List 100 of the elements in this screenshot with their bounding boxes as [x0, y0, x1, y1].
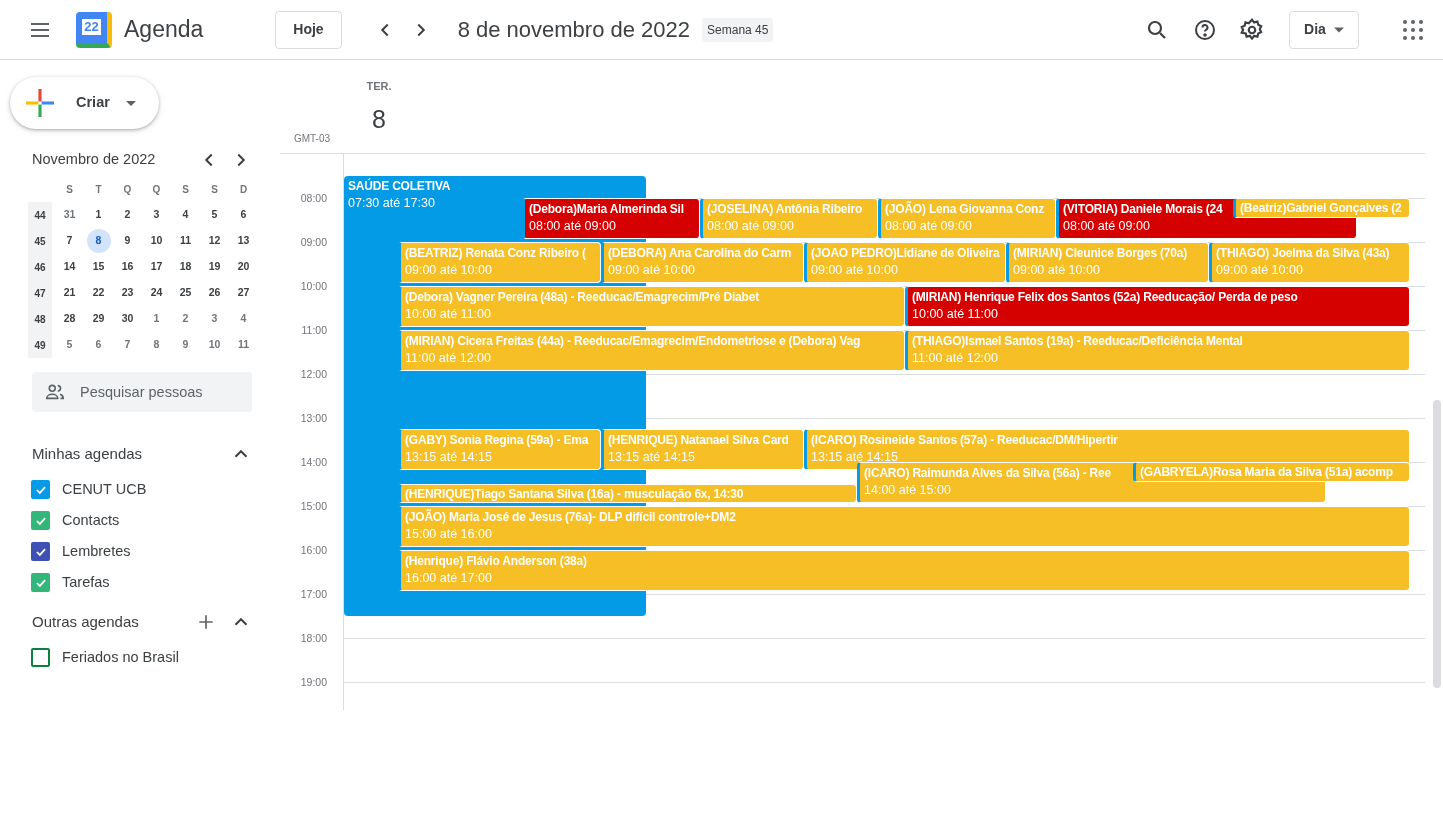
event-time: 15:00 até 16:00 [405, 527, 492, 541]
event-time: 13:15 até 14:15 [811, 450, 898, 464]
day-cell[interactable]: 17 [144, 255, 169, 279]
day-cell[interactable]: 4 [173, 203, 198, 227]
day-cell[interactable]: 23 [115, 281, 140, 305]
weekday-label: T [94, 183, 103, 197]
event-time: 08:00 até 09:00 [885, 219, 972, 233]
event-title: (ICARO) Rosineide Santos (57a) - Reeducac/DM/Hipertir [811, 433, 1118, 447]
caret-icon [1333, 26, 1344, 33]
event-title: (JOÃO) Lena Giovanna Conz [885, 202, 1045, 216]
hour-label: 08:00 [300, 191, 327, 206]
logo-day: 22 [82, 19, 101, 35]
calendar-label[interactable]: Feriados no Brasil [62, 646, 179, 669]
calendar-label[interactable]: Lembretes [62, 540, 131, 563]
day-cell[interactable]: 8 [86, 229, 111, 253]
calendar-label[interactable]: Contacts [62, 509, 120, 532]
week-badge: Semana 45 [702, 17, 774, 42]
settings-icon[interactable] [1239, 16, 1265, 43]
event-time: 07:30 até 17:30 [348, 196, 435, 210]
day-cell[interactable]: 10 [144, 229, 169, 253]
day-cell[interactable]: 16 [115, 255, 140, 279]
weekday-heading: TER. [366, 79, 392, 94]
day-cell[interactable]: 31 [57, 203, 82, 227]
day-cell[interactable]: 4 [231, 307, 256, 331]
day-cell[interactable]: 7 [115, 333, 140, 357]
day-cell[interactable]: 20 [231, 255, 256, 279]
day-cell[interactable]: 11 [231, 333, 256, 357]
day-cell[interactable]: 9 [173, 333, 198, 357]
day-cell[interactable]: 24 [144, 281, 169, 305]
event-time: 08:00 até 09:00 [529, 219, 616, 233]
apps-icon[interactable] [1403, 19, 1423, 40]
event-title: (MIRIAN) Henrique Felix dos Santos (52a) Reeducação/ Perda de peso [912, 290, 1298, 304]
day-cell[interactable]: 2 [173, 307, 198, 331]
event-time: 09:00 até 10:00 [1013, 263, 1100, 277]
search-people-field[interactable]: Pesquisar pessoas [32, 372, 252, 412]
day-cell[interactable]: 5 [202, 203, 227, 227]
event-time: 13:15 até 14:15 [405, 450, 492, 464]
day-cell[interactable]: 19 [202, 255, 227, 279]
day-cell[interactable]: 1 [86, 203, 111, 227]
hour-label: 18:00 [300, 631, 327, 646]
day-cell[interactable]: 15 [86, 255, 111, 279]
day-cell[interactable]: 25 [173, 281, 198, 305]
day-cell[interactable]: 5 [57, 333, 82, 357]
day-cell[interactable]: 2 [115, 203, 140, 227]
day-cell[interactable]: 13 [231, 229, 256, 253]
help-icon[interactable] [1193, 17, 1217, 42]
day-cell[interactable]: 18 [173, 255, 198, 279]
calendar-label[interactable]: Tarefas [62, 571, 110, 594]
event-title: (GABY) Sonia Regina (59a) - Ema [405, 433, 589, 447]
calendar-event[interactable]: (Debora)Maria Almerinda Sil 08:00 até 09:00 [522, 198, 700, 240]
day-cell[interactable]: 29 [86, 307, 111, 331]
day-cell[interactable]: 26 [202, 281, 227, 305]
day-cell[interactable]: 11 [173, 229, 198, 253]
day-cell[interactable]: 10 [202, 333, 227, 357]
calendar-label[interactable]: CENUT UCB [62, 478, 147, 501]
hour-label: 09:00 [300, 235, 327, 250]
day-cell[interactable]: 27 [231, 281, 256, 305]
hour-label: 11:00 [301, 323, 327, 338]
scrollbar[interactable] [1433, 400, 1441, 688]
event-time: 10:00 até 11:00 [912, 307, 998, 321]
hour-label: 17:00 [300, 587, 327, 602]
add-icon[interactable] [196, 612, 216, 632]
calendar-checkbox[interactable] [31, 573, 50, 592]
event-title: (BEATRIZ) Renata Conz Ribeiro ( [405, 246, 586, 260]
calendar-checkbox[interactable] [31, 480, 50, 499]
hour-label: 14:00 [300, 455, 327, 470]
calendar-event[interactable]: (MIRIAN) Henrique Felix dos Santos (52a) Reeducação/ Perda de peso 10:00 até 11:00 [905, 286, 1410, 328]
hour-label: 19:00 [300, 675, 327, 690]
calendar-checkbox[interactable] [31, 542, 50, 561]
day-cell[interactable]: 3 [144, 203, 169, 227]
hour-label: 16:00 [300, 543, 327, 558]
plus-icon [26, 89, 54, 117]
day-cell[interactable]: 6 [86, 333, 111, 357]
day-cell[interactable]: 22 [86, 281, 111, 305]
calendar-checkbox[interactable] [31, 648, 50, 667]
week-number: 49 [33, 338, 47, 353]
day-cell[interactable]: 12 [202, 229, 227, 253]
day-cell[interactable]: 8 [144, 333, 169, 357]
weekday-label: S [181, 183, 190, 197]
hour-label: 15:00 [300, 499, 327, 514]
day-cell[interactable]: 7 [57, 229, 82, 253]
calendar-checkbox[interactable] [31, 511, 50, 530]
event-time: 11:00 até 12:00 [912, 351, 998, 365]
day-cell[interactable]: 14 [57, 255, 82, 279]
day-cell[interactable]: 9 [115, 229, 140, 253]
event-time: 16:00 até 17:00 [405, 571, 492, 585]
day-cell[interactable]: 28 [57, 307, 82, 331]
weekday-label: S [210, 183, 219, 197]
day-cell[interactable]: 6 [231, 203, 256, 227]
day-cell[interactable]: 21 [57, 281, 82, 305]
event-time: 14:00 até 15:00 [864, 483, 951, 497]
day-cell[interactable]: 30 [115, 307, 140, 331]
day-number[interactable]: 8 [372, 100, 386, 138]
day-cell[interactable]: 1 [144, 307, 169, 331]
date-title: 8 de novembro de 2022 [457, 16, 691, 44]
today-button[interactable]: Hoje [275, 10, 342, 49]
event-time: 09:00 até 10:00 [1216, 263, 1303, 277]
day-cell[interactable]: 3 [202, 307, 227, 331]
create-button[interactable]: Criar [10, 77, 159, 129]
view-select[interactable]: Dia [1289, 10, 1359, 49]
